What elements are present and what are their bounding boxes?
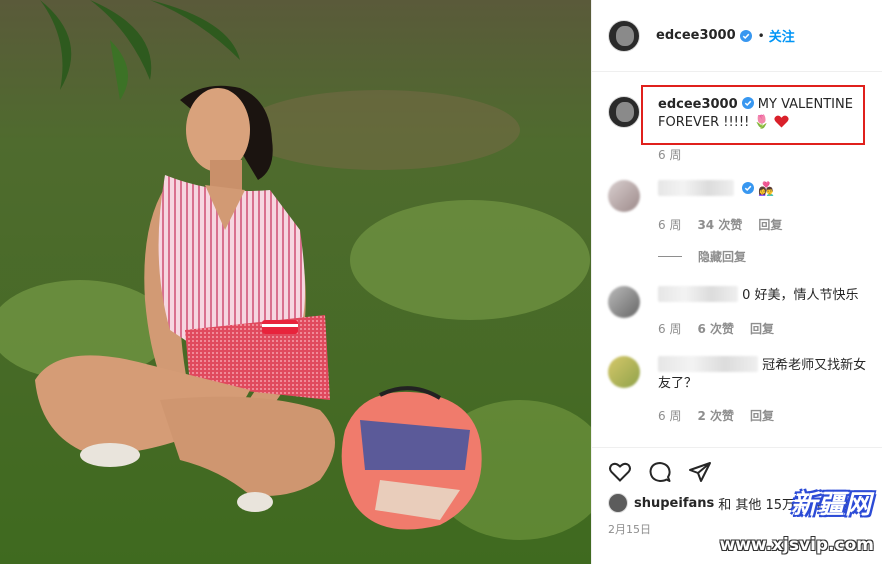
separator-dot: • <box>757 28 765 43</box>
blurred-username <box>658 286 738 302</box>
comment-text: 0 好美，情人节快乐 <box>742 288 859 303</box>
post-side-panel: edcee3000 • 关注 edcee3000 MY VALENTINE FO… <box>591 0 882 564</box>
portrait-photo <box>0 0 591 564</box>
hide-replies-label: 隐藏回复 <box>698 250 747 264</box>
commenter-avatar[interactable] <box>608 356 640 388</box>
comment-meta: 6 周 34 次赞 回复 <box>658 216 782 233</box>
comment-likes[interactable]: 2 次赞 <box>697 407 734 424</box>
post-header: edcee3000 • 关注 <box>592 0 882 72</box>
reply-button[interactable]: 回复 <box>750 407 774 424</box>
comment-bubble-icon[interactable] <box>648 460 672 484</box>
follow-button[interactable]: 关注 <box>769 26 795 45</box>
comment-time: 6 周 <box>658 218 682 232</box>
highlight-box <box>641 85 865 145</box>
couple-emoji-icon: 👩‍❤️‍👨 <box>758 182 775 197</box>
post-date: 2月15日 <box>608 523 651 536</box>
commenter-avatar[interactable] <box>608 180 640 212</box>
watermark-logo: 新疆网 <box>790 490 872 520</box>
post-photo <box>0 0 591 564</box>
verified-badge-icon <box>742 182 755 194</box>
action-icons <box>608 460 712 484</box>
reply-button[interactable]: 回复 <box>758 216 782 233</box>
caption-time: 6 周 <box>658 148 682 162</box>
comment-meta: 6 周 6 次赞 回复 <box>658 320 774 337</box>
reply-button[interactable]: 回复 <box>750 320 774 337</box>
author-avatar[interactable] <box>608 19 640 52</box>
comment-meta: 6 周 2 次赞 回复 <box>658 407 774 424</box>
hide-replies-button[interactable]: 隐藏回复 <box>658 248 746 265</box>
liked-by-user[interactable]: shupeifans <box>634 496 714 511</box>
comment-likes[interactable]: 34 次赞 <box>697 216 742 233</box>
commenter-avatar[interactable] <box>608 286 640 318</box>
like-heart-icon[interactable] <box>608 460 632 484</box>
watermark-url: www.xjsvip.com <box>719 535 874 555</box>
blurred-username <box>658 356 758 372</box>
caption-avatar[interactable] <box>608 96 640 128</box>
comment-body: 冠希老师又找新女友了？ <box>658 356 870 393</box>
author-username[interactable]: edcee3000 <box>656 28 736 43</box>
comment-time: 6 周 <box>658 322 682 336</box>
verified-badge-icon <box>739 29 752 42</box>
comment-body: 0 好美，情人节快乐 <box>658 286 870 305</box>
blurred-username <box>658 180 734 196</box>
liker-avatar[interactable] <box>608 493 628 513</box>
comment-body: 👩‍❤️‍👨 <box>658 180 870 199</box>
share-plane-icon[interactable] <box>688 460 712 484</box>
comment-likes[interactable]: 6 次赞 <box>697 320 734 337</box>
caption-meta: 6 周 <box>658 146 681 163</box>
comment-time: 6 周 <box>658 409 682 423</box>
